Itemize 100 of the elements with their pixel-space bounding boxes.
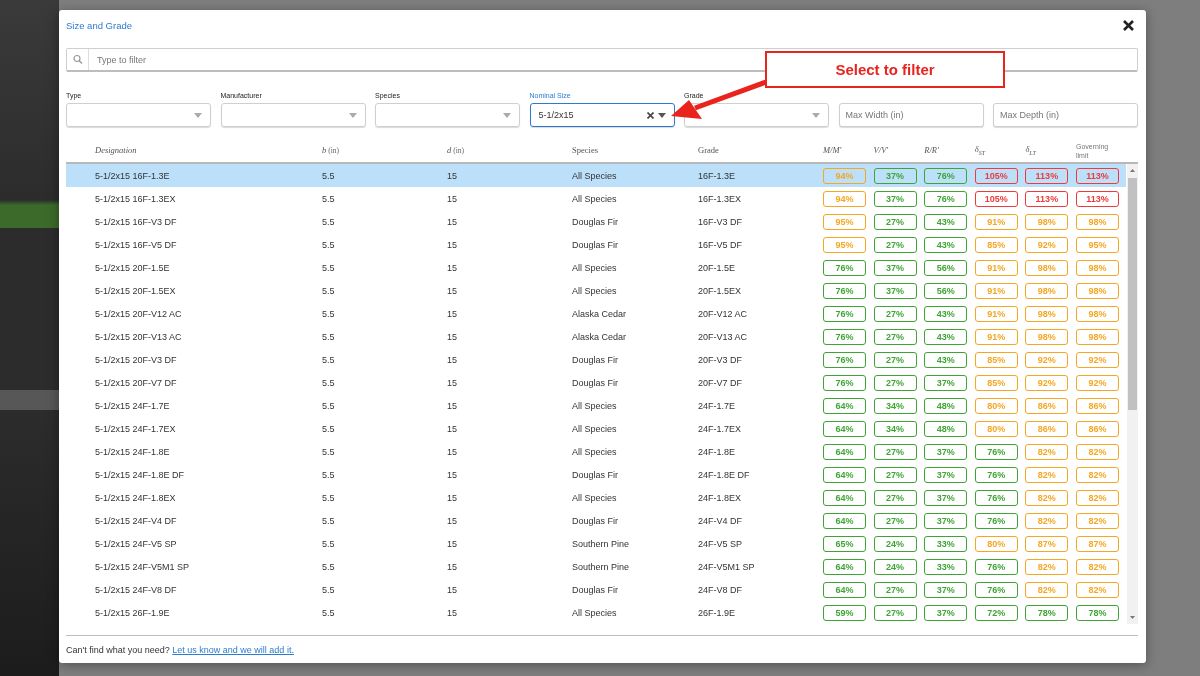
table-row[interactable]: 5-1/2x15 26F-1.9E 5.5 15 All Species 26F-1.9E 59% 27% 37% 72% 78% 78%	[66, 601, 1126, 624]
table-row[interactable]: 5-1/2x15 20F-1.5E 5.5 15 All Species 20F-1.5E 76% 37% 56% 91% 98% 98%	[66, 256, 1126, 279]
table-row[interactable]: 5-1/2x15 24F-1.7EX 5.5 15 All Species 24F-1.7EX 64% 34% 48% 80% 86% 86%	[66, 417, 1126, 440]
table-row[interactable]: 5-1/2x15 24F-1.8E 5.5 15 All Species 24F-1.8E 64% 27% 37% 76% 82% 82%	[66, 440, 1126, 463]
ratio-badge: 37%	[924, 374, 968, 391]
table-cell-text: 5-1/2x15 16F-V3 DF	[95, 216, 178, 227]
input-field[interactable]: Max Depth (in)	[993, 103, 1138, 127]
table-cell-text: 5-1/2x15 20F-1.5EX	[95, 285, 177, 296]
ratio-badge: 76%	[974, 581, 1018, 598]
column-header: Grade	[698, 145, 719, 157]
table-cell-text: 5.5	[322, 377, 336, 388]
table-cell-text: 5.5	[322, 492, 336, 503]
table-cell-text: 15	[447, 377, 458, 388]
table-cell-text: 5.5	[322, 515, 336, 526]
feedback-link[interactable]: Let us know and we will add it.	[172, 644, 294, 655]
ratio-badge: 82%	[1025, 581, 1069, 598]
dropdown-field[interactable]: 5-1/2x15	[529, 103, 675, 127]
ratio-badge: 91%	[974, 282, 1018, 299]
ratio-badge: 80%	[974, 397, 1018, 414]
table-row[interactable]: 5-1/2x15 24F-1.7E 5.5 15 All Species 24F-1.7E 64% 34% 48% 80% 86% 86%	[66, 394, 1126, 417]
table-row[interactable]: 5-1/2x15 24F-V4 DF 5.5 15 Douglas Fir 24F-V4 DF 64% 27% 37% 76% 82% 82%	[66, 509, 1126, 532]
table-cell-text: 15	[447, 469, 458, 480]
table-cell-text: 5.5	[322, 561, 336, 572]
ratio-badge: 43%	[924, 305, 968, 322]
column-header: Designation	[95, 145, 137, 157]
table-cell-text: Douglas Fir	[572, 354, 619, 365]
ratio-badge: 65%	[823, 535, 866, 552]
table-cell-text: Douglas Fir	[572, 216, 619, 227]
ratio-badge: 64%	[823, 489, 866, 506]
dropdown-field[interactable]	[66, 103, 211, 127]
table-cell-text: 5.5	[322, 446, 336, 457]
ratio-badge: 76%	[823, 282, 866, 299]
ratio-badge: 27%	[873, 305, 917, 322]
table-cell-text: All Species	[572, 492, 618, 503]
table-row[interactable]: 5-1/2x15 20F-1.5EX 5.5 15 All Species 20F-1.5EX 76% 37% 56% 91% 98% 98%	[66, 279, 1126, 302]
ratio-badge: 85%	[974, 236, 1018, 253]
ratio-badge: 76%	[974, 443, 1018, 460]
table-cell-text: 5-1/2x15 24F-V4 DF	[95, 515, 178, 526]
table-row[interactable]: 5-1/2x15 24F-1.8EX 5.5 15 All Species 24F-1.8EX 64% 27% 37% 76% 82% 82%	[66, 486, 1126, 509]
table-cell-text: 20F-1.5EX	[698, 285, 743, 296]
table-cell-text: 5.5	[322, 400, 336, 411]
table-cell-text: Alaska Cedar	[572, 331, 628, 342]
ratio-badge: 37%	[924, 512, 968, 529]
ratio-badge: 98%	[1025, 328, 1069, 345]
table-cell-text: Douglas Fir	[572, 377, 619, 388]
dropdown-field[interactable]	[375, 103, 520, 127]
ratio-badge: 87%	[1075, 535, 1119, 552]
ratio-badge: 91%	[974, 213, 1018, 230]
ratio-badge: 43%	[924, 328, 968, 345]
ratio-badge: 86%	[1025, 397, 1069, 414]
close-icon	[1123, 19, 1134, 31]
ratio-badge: 82%	[1075, 581, 1119, 598]
input-field[interactable]: Max Width (in)	[838, 103, 984, 127]
table-row[interactable]: 5-1/2x15 24F-1.8E DF 5.5 15 Douglas Fir 24F-1.8E DF 64% 27% 37% 76% 82% 82%	[66, 463, 1126, 486]
ratio-badge: 92%	[1025, 351, 1069, 368]
column-header: V/V′	[873, 145, 889, 157]
table-row[interactable]: 5-1/2x15 24F-V5M1 SP 5.5 15 Southern Pine 24F-V5M1 SP 64% 24% 33% 76% 82% 82%	[66, 555, 1126, 578]
table-row[interactable]: 5-1/2x15 20F-V12 AC 5.5 15 Alaska Cedar 20F-V12 AC 76% 27% 43% 91% 98% 98%	[66, 302, 1126, 325]
ratio-badge: 113%	[1025, 190, 1069, 207]
table-row[interactable]: 5-1/2x15 24F-V5 SP 5.5 15 Southern Pine 24F-V5 SP 65% 24% 33% 80% 87% 87%	[66, 532, 1126, 555]
ratio-badge: 43%	[924, 236, 968, 253]
close-button[interactable]	[1123, 19, 1134, 31]
ratio-badge: 98%	[1025, 305, 1069, 322]
ratio-badge: 98%	[1075, 259, 1119, 276]
table-row[interactable]: 5-1/2x15 16F-1.3EX 5.5 15 All Species 16F-1.3EX 94% 37% 76% 105% 113% 113%	[66, 187, 1126, 210]
ratio-badge: 86%	[1075, 420, 1119, 437]
column-header: R/R′	[924, 145, 939, 157]
table-row[interactable]: 5-1/2x15 16F-1.3E 5.5 15 All Species 16F-1.3E 94% 37% 76% 105% 113% 113%	[66, 164, 1126, 187]
clear-icon[interactable]	[646, 111, 654, 119]
table-row[interactable]: 5-1/2x15 20F-V3 DF 5.5 15 Douglas Fir 20F-V3 DF 76% 27% 43% 85% 92% 92%	[66, 348, 1126, 371]
ratio-badge: 82%	[1025, 558, 1069, 575]
ratio-badge: 76%	[823, 351, 866, 368]
ratio-badge: 94%	[823, 167, 866, 184]
column-header: d	[447, 145, 452, 157]
table-cell-text: 5.5	[322, 354, 336, 365]
table-cell-text: 24F-V5M1 SP	[698, 561, 756, 572]
table-row[interactable]: 5-1/2x15 24F-V8 DF 5.5 15 Douglas Fir 24F-V8 DF 64% 27% 37% 76% 82% 82%	[66, 578, 1126, 601]
table-cell-text: 5.5	[322, 239, 336, 250]
ratio-badge: 33%	[924, 535, 968, 552]
table-row[interactable]: 5-1/2x15 20F-V13 AC 5.5 15 Alaska Cedar 20F-V13 AC 76% 27% 43% 91% 98% 98%	[66, 325, 1126, 348]
table-row[interactable]: 5-1/2x15 20F-V7 DF 5.5 15 Douglas Fir 20F-V7 DF 76% 27% 37% 85% 92% 92%	[66, 371, 1126, 394]
ratio-badge: 37%	[873, 259, 917, 276]
ratio-badge: 98%	[1025, 259, 1069, 276]
table-cell-text: 15	[447, 515, 458, 526]
scrollbar[interactable]	[1127, 164, 1138, 624]
table-row[interactable]: 5-1/2x15 16F-V3 DF 5.5 15 Douglas Fir 16F-V3 DF 95% 27% 43% 91% 98% 98%	[66, 210, 1126, 233]
table-row[interactable]: 5-1/2x15 16F-V5 DF 5.5 15 Douglas Fir 16F-V5 DF 95% 27% 43% 85% 92% 95%	[66, 233, 1126, 256]
caret-down-icon	[812, 112, 820, 118]
table-cell-text: Douglas Fir	[572, 515, 619, 526]
table-cell-text: 5.5	[322, 538, 336, 549]
dialog-title: Size and Grade	[66, 19, 132, 31]
table-cell-text: All Species	[572, 262, 618, 273]
caret-down-icon	[348, 112, 357, 118]
table-cell-text: 5-1/2x15 16F-V5 DF	[95, 239, 178, 250]
dropdown-field[interactable]	[220, 103, 366, 127]
table-cell-text: 5.5	[322, 423, 336, 434]
ratio-badge: 64%	[823, 558, 866, 575]
footer-note: Can't find what you need? Let us know and we will add it.	[66, 644, 294, 655]
table-cell-text: 5.5	[322, 469, 336, 480]
ratio-badge: 27%	[873, 512, 917, 529]
